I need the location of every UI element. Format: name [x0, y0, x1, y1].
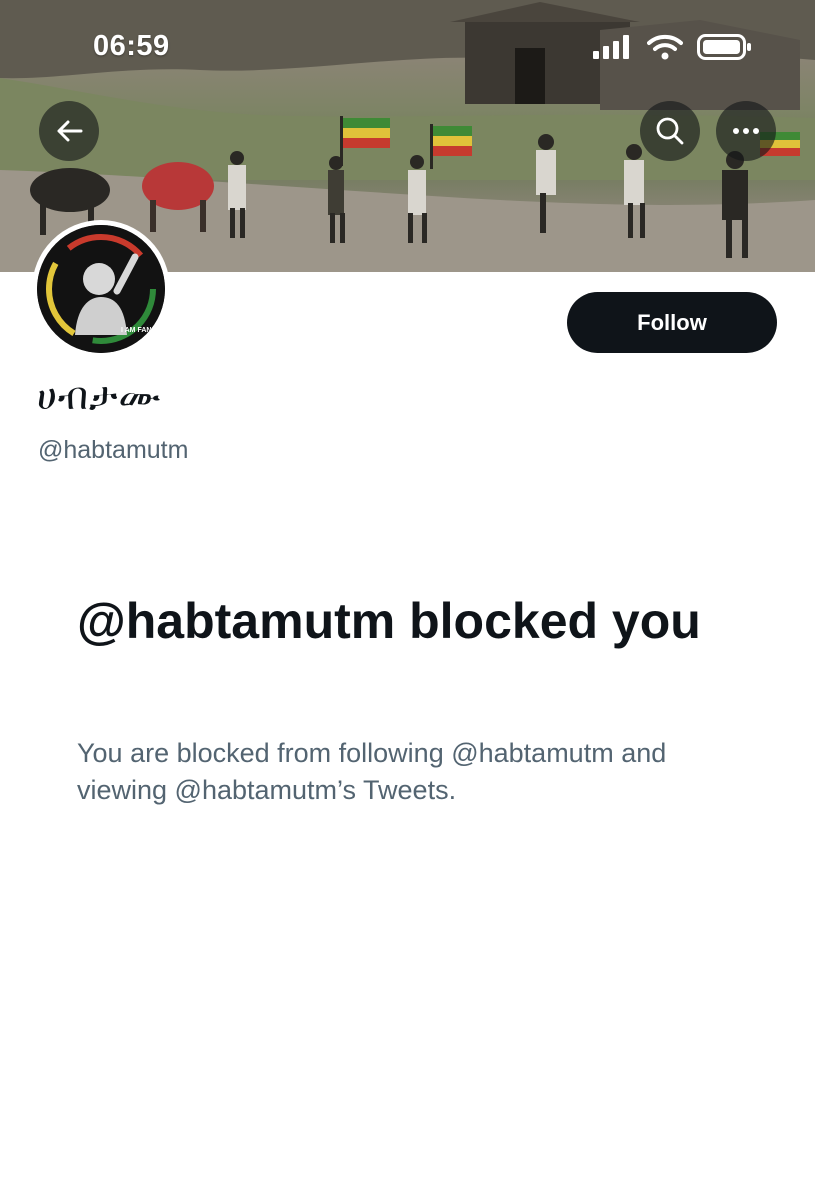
wifi-icon	[647, 34, 683, 60]
battery-icon	[697, 34, 751, 60]
signal-icon	[593, 35, 629, 59]
blocked-description: You are blocked from following @habtamut…	[77, 738, 667, 805]
more-options-button[interactable]	[716, 101, 776, 161]
status-time: 06:59	[93, 30, 170, 62]
more-icon	[733, 128, 759, 134]
search-icon	[656, 117, 684, 145]
follow-button[interactable]: Follow	[567, 292, 777, 353]
avatar-caption: I AM FANO	[121, 327, 157, 334]
display-name: ሀብታሙ	[37, 374, 162, 418]
back-arrow-icon	[57, 120, 83, 142]
status-icons	[593, 34, 753, 60]
blocked-title: @habtamutm blocked you	[77, 593, 701, 649]
back-button[interactable]	[39, 101, 99, 161]
search-button[interactable]	[640, 101, 700, 161]
profile-handle: @habtamutm	[38, 436, 189, 464]
profile-avatar[interactable]: I AM FANO	[32, 220, 170, 358]
avatar-image: I AM FANO	[37, 225, 165, 353]
